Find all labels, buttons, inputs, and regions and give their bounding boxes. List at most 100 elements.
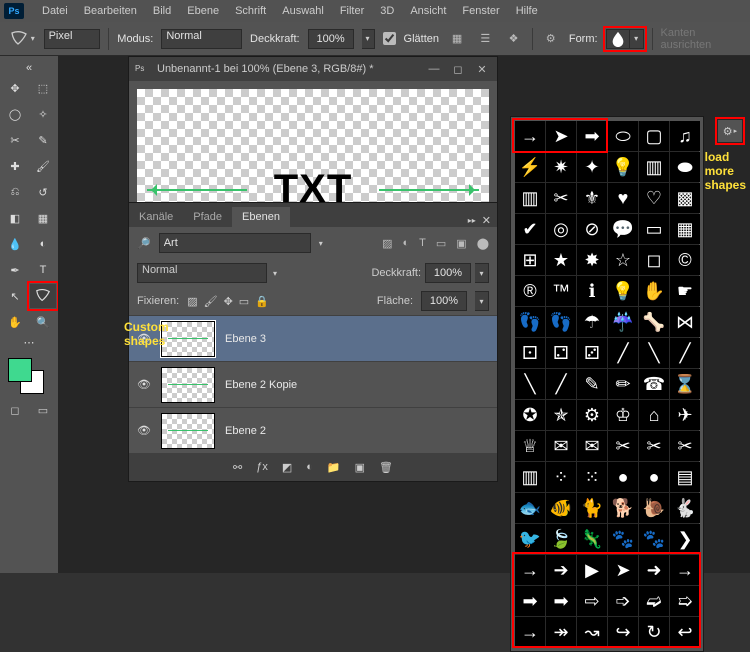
maximize-button[interactable]: ◻ xyxy=(449,63,467,76)
shape-arr6[interactable]: → xyxy=(670,555,700,585)
shape-paw2[interactable]: 🐾 xyxy=(639,524,669,554)
shape-arr11[interactable]: ➫ xyxy=(639,586,669,616)
shape-seal[interactable]: ● xyxy=(608,462,638,492)
collapse-icon[interactable]: « xyxy=(2,62,56,74)
lock-position-icon[interactable]: ✥ xyxy=(224,295,233,308)
new-layer-icon[interactable]: ▣ xyxy=(355,461,365,474)
shape-arr1[interactable]: → xyxy=(515,555,545,585)
lock-all-icon[interactable]: 🔒 xyxy=(255,295,269,308)
shape-rabbit[interactable]: 🐇 xyxy=(670,493,700,523)
layer-opacity-input[interactable] xyxy=(425,263,471,283)
shape-fleur[interactable]: ⚜ xyxy=(577,183,607,213)
menu-filter[interactable]: Filter xyxy=(332,5,372,17)
shape-envelope[interactable]: ✉ xyxy=(546,431,576,461)
shape-check[interactable]: ✔ xyxy=(515,214,545,244)
shape-cog[interactable]: ⚙ xyxy=(577,400,607,430)
group-icon[interactable]: 📁 xyxy=(327,461,341,474)
shape-arr4[interactable]: ➤ xyxy=(608,555,638,585)
shape-arr3[interactable]: ▶ xyxy=(577,555,607,585)
shape-curve1[interactable]: ↝ xyxy=(577,617,607,647)
shape-hand[interactable]: ✋ xyxy=(639,276,669,306)
color-swatch[interactable] xyxy=(8,358,44,394)
shape-frame[interactable]: ▢ xyxy=(639,121,669,151)
shape-arr9[interactable]: ⇨ xyxy=(577,586,607,616)
fx-icon[interactable]: ƒx xyxy=(256,461,268,473)
align-icon[interactable]: ▦ xyxy=(447,28,467,50)
shape-paw[interactable]: 🐾 xyxy=(608,524,638,554)
visibility-icon[interactable]: 👁 xyxy=(137,378,151,391)
shape-arrow-thin[interactable]: → xyxy=(515,121,545,151)
shape-stamp[interactable]: ▥ xyxy=(515,183,545,213)
layer-row[interactable]: 👁 Ebene 2 xyxy=(129,407,497,453)
shape-star[interactable]: ★ xyxy=(546,245,576,275)
shape-arr10[interactable]: ➩ xyxy=(608,586,638,616)
magic-wand-tool[interactable]: ✧ xyxy=(30,102,56,126)
shape-heart-solid[interactable]: ♥ xyxy=(608,183,638,213)
shape-snail[interactable]: 🐌 xyxy=(639,493,669,523)
filter-shape-icon[interactable]: ▭ xyxy=(436,237,446,250)
menu-hilfe[interactable]: Hilfe xyxy=(508,5,546,17)
adjustment-icon[interactable]: ◐ xyxy=(306,461,313,473)
shape-flag-us[interactable]: ▤ xyxy=(670,462,700,492)
shape-splat[interactable]: ✸ xyxy=(577,245,607,275)
eraser-tool[interactable]: ◧ xyxy=(2,206,28,230)
eyedropper-tool[interactable]: ✎ xyxy=(30,128,56,152)
shape-blob[interactable]: ⬬ xyxy=(670,152,700,182)
shape-fish[interactable]: 🐟 xyxy=(515,493,545,523)
shape-arr8[interactable]: ➡ xyxy=(546,586,576,616)
history-brush-tool[interactable]: ↺ xyxy=(30,180,56,204)
healing-tool[interactable]: ✚ xyxy=(2,154,28,178)
shape-foot[interactable]: 👣 xyxy=(515,307,545,337)
layer-name[interactable]: Ebene 3 xyxy=(225,333,266,345)
shape-arr2[interactable]: ➔ xyxy=(546,555,576,585)
shape-bird[interactable]: 🐦 xyxy=(515,524,545,554)
filter-type-icon[interactable]: T xyxy=(419,237,426,250)
tab-kanaele[interactable]: Kanäle xyxy=(129,207,183,227)
shape-curve4[interactable]: ↩ xyxy=(670,617,700,647)
shape-envelope-open[interactable]: ✉ xyxy=(577,431,607,461)
brush-tool[interactable]: 🖌 xyxy=(30,154,56,178)
shape-hand2[interactable]: ☛ xyxy=(670,276,700,306)
shape-leaf[interactable]: 🍃 xyxy=(546,524,576,554)
unit-select[interactable]: Pixel xyxy=(44,29,101,49)
shape-music-note[interactable]: ♫ xyxy=(670,121,700,151)
menu-ansicht[interactable]: Ansicht xyxy=(402,5,454,17)
shape-cat[interactable]: 🐈 xyxy=(577,493,607,523)
shapes-flyout-gear[interactable]: ⚙▸ xyxy=(718,120,742,142)
shape-plane[interactable]: ✈ xyxy=(670,400,700,430)
shape-gator[interactable]: 🦎 xyxy=(577,524,607,554)
panel-collapse-icon[interactable]: ▸▸ xyxy=(468,216,476,225)
fill-input[interactable] xyxy=(421,291,467,311)
shape-tile[interactable]: ▥ xyxy=(639,152,669,182)
trash-icon[interactable]: 🗑 xyxy=(379,461,393,474)
shape-rain[interactable]: ☔ xyxy=(608,307,638,337)
shape-hourglass[interactable]: ⌛ xyxy=(670,369,700,399)
gear-icon[interactable]: ⚙ xyxy=(541,28,561,50)
tab-pfade[interactable]: Pfade xyxy=(183,207,232,227)
shape-puzzle2[interactable]: ⚁ xyxy=(546,338,576,368)
pen-tool[interactable]: ✒ xyxy=(2,258,28,282)
shape-curve2[interactable]: ↪ xyxy=(608,617,638,647)
shape-scissors4[interactable]: ✂ xyxy=(670,431,700,461)
shape-square-outline[interactable]: ◻ xyxy=(639,245,669,275)
layer-thumb[interactable] xyxy=(161,413,215,449)
lock-paint-icon[interactable]: 🖌 xyxy=(204,295,218,308)
shape-slash4[interactable]: ╲ xyxy=(515,369,545,399)
custom-shape-tool[interactable] xyxy=(30,284,56,308)
shape-bow[interactable]: ⋈ xyxy=(670,307,700,337)
shape-scissors3[interactable]: ✂ xyxy=(639,431,669,461)
more-tools-icon[interactable]: ⋯ xyxy=(2,336,56,348)
opacity-input[interactable] xyxy=(308,29,354,49)
lock-artboard-icon[interactable]: ▭ xyxy=(239,295,249,308)
shape-puzzle3[interactable]: ⚂ xyxy=(577,338,607,368)
layer-search[interactable] xyxy=(159,233,311,253)
shape-dots2[interactable]: ⁙ xyxy=(577,462,607,492)
shape-umbrella[interactable]: ☂ xyxy=(577,307,607,337)
opacity-dropdown[interactable]: ▾ xyxy=(362,29,375,49)
shape-burst[interactable]: ✷ xyxy=(546,152,576,182)
filter-smart-icon[interactable]: ▣ xyxy=(456,237,466,250)
shape-fish2[interactable]: 🐠 xyxy=(546,493,576,523)
type-tool[interactable]: T xyxy=(30,258,56,282)
shape-bulb-sm[interactable]: 💡 xyxy=(608,152,638,182)
layer-row[interactable]: 👁 Ebene 3 xyxy=(129,315,497,361)
